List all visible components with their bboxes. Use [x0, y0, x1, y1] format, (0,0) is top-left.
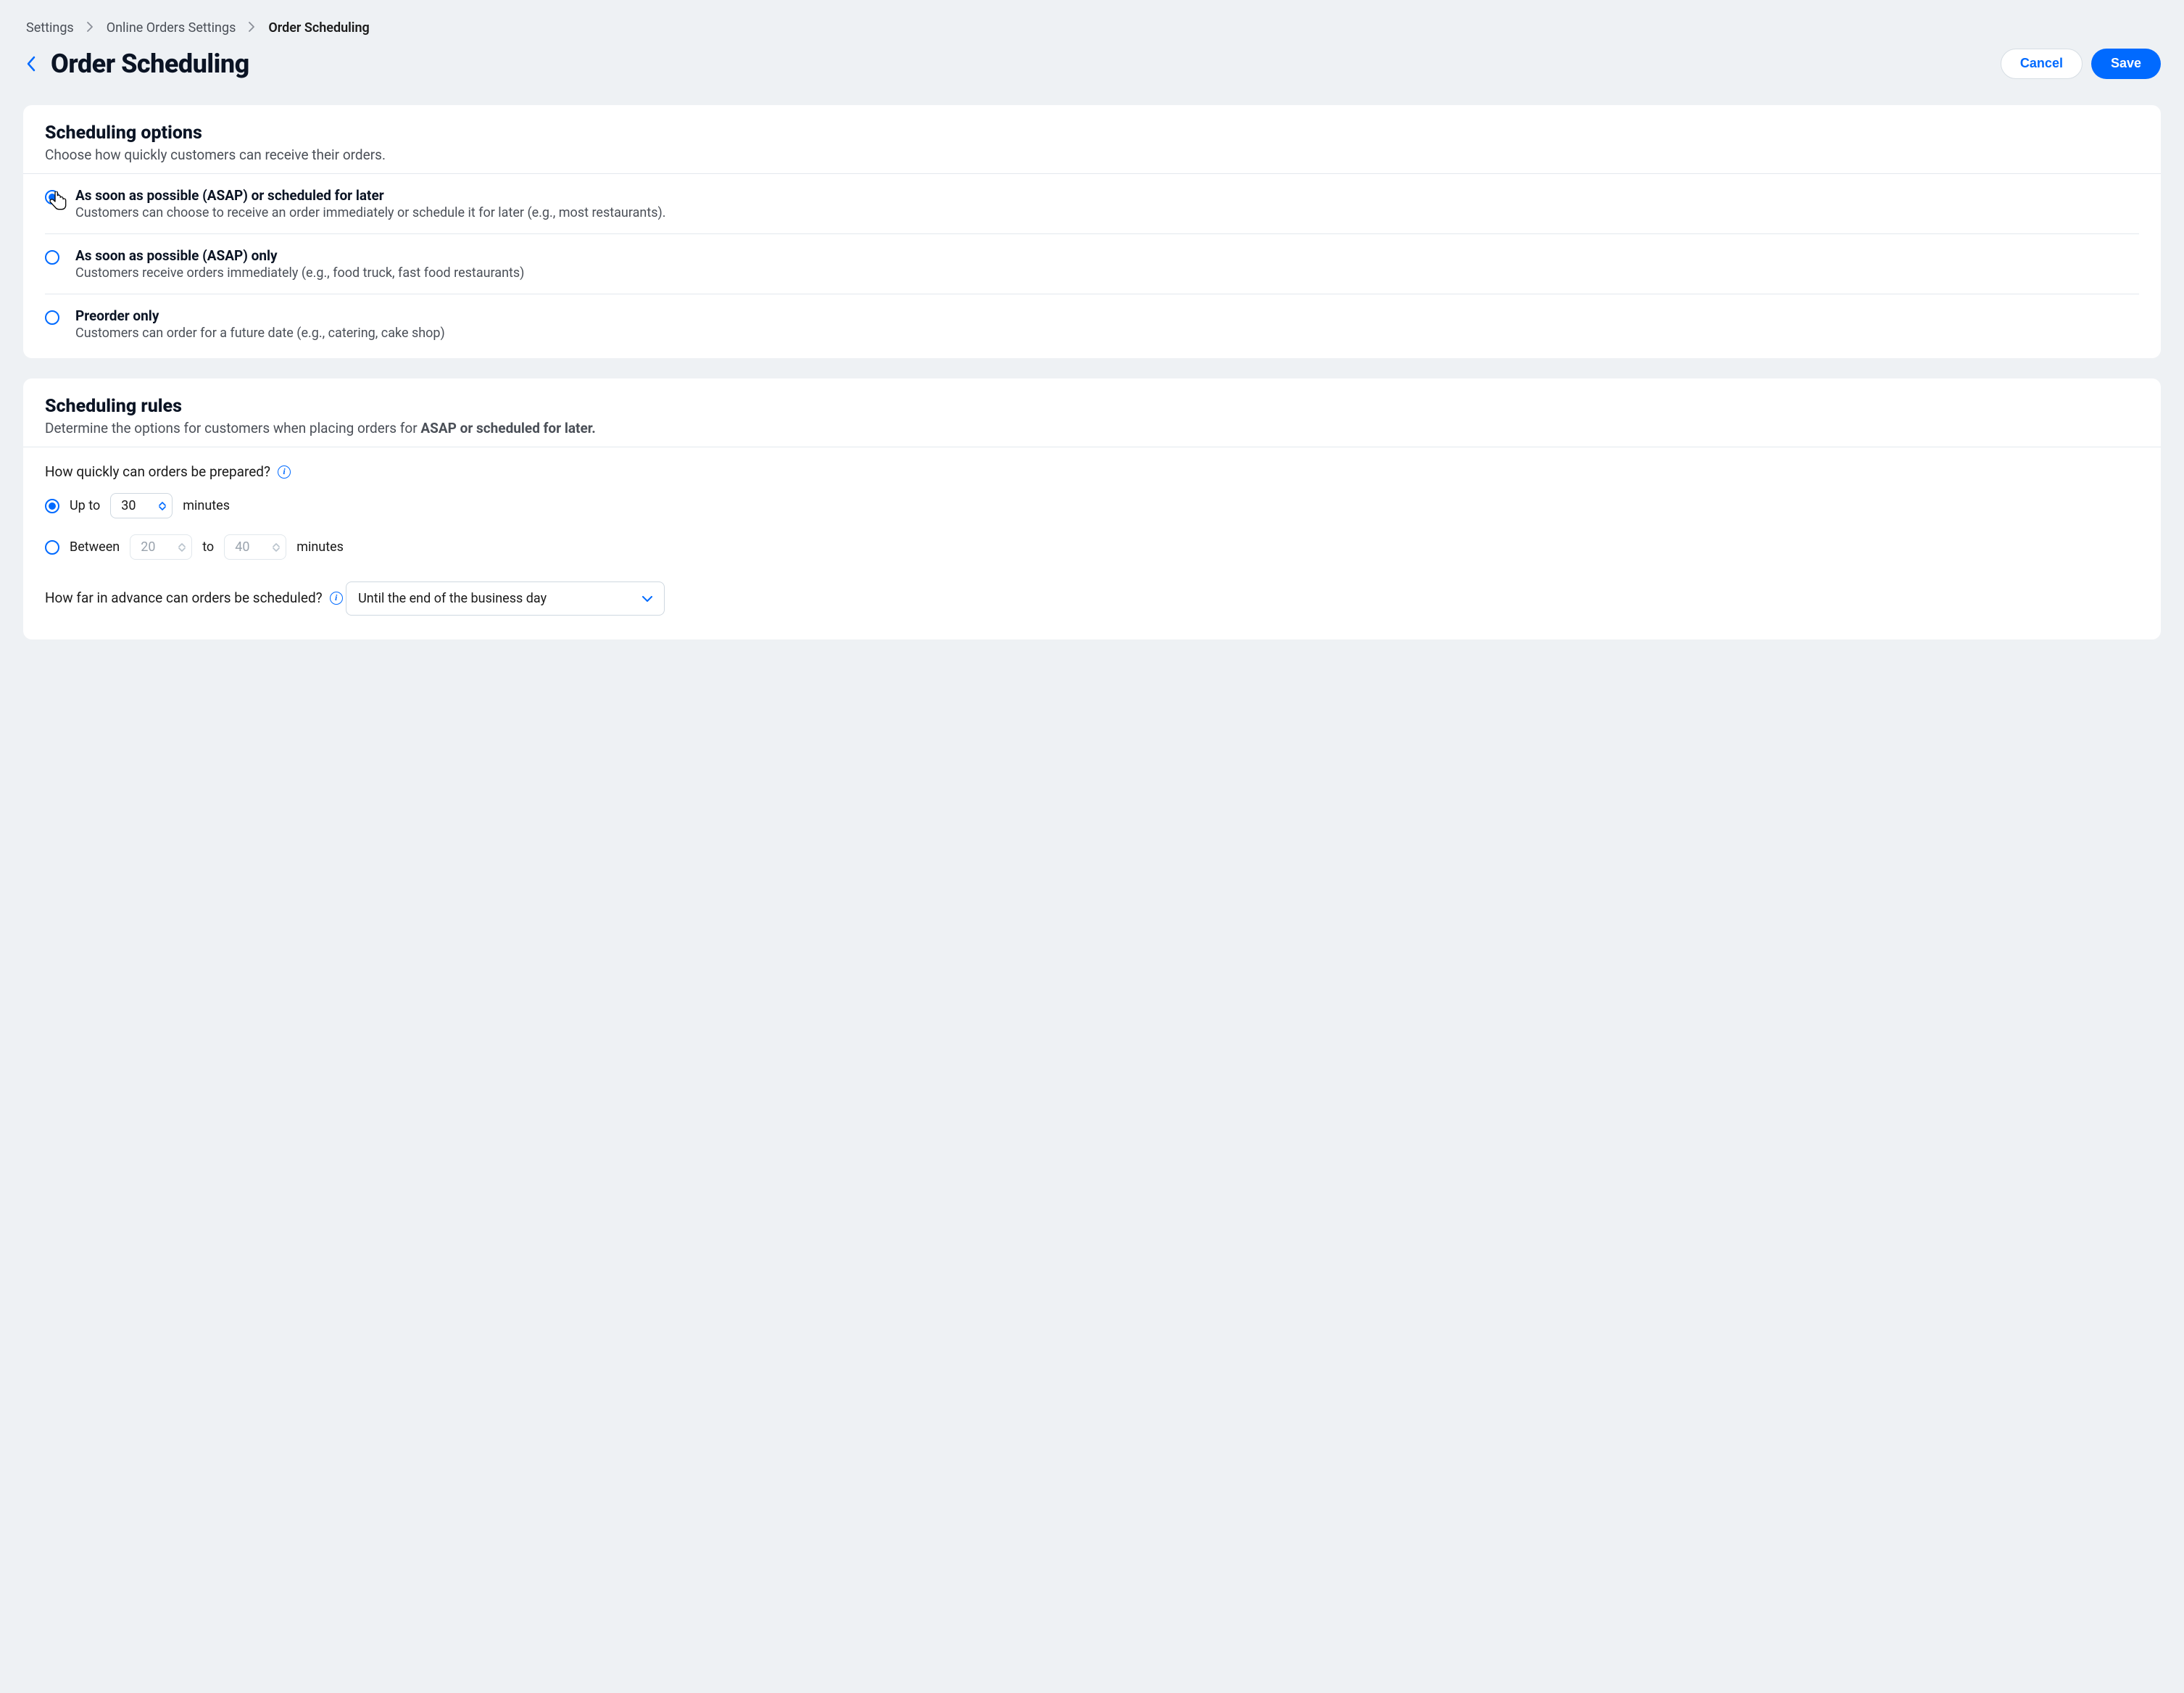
- minutes-label: minutes: [183, 498, 230, 513]
- scheduling-option-row[interactable]: As soon as possible (ASAP) onlyCustomers…: [45, 233, 2139, 294]
- prep-between-option[interactable]: Between 20 to 40 minutes: [45, 534, 2139, 560]
- info-icon[interactable]: i: [330, 592, 343, 605]
- scheduling-options-title: Scheduling options: [45, 123, 2139, 144]
- breadcrumb-settings[interactable]: Settings: [26, 20, 74, 36]
- radio-between[interactable]: [45, 540, 59, 555]
- stepper-chevrons-icon: [159, 502, 166, 510]
- prep-upto-option[interactable]: Up to 30 minutes: [45, 493, 2139, 518]
- advance-schedule-select[interactable]: Until the end of the business day: [346, 581, 665, 616]
- between-label: Between: [70, 539, 120, 555]
- radio-upto[interactable]: [45, 499, 59, 513]
- scheduling-rules-card: Scheduling rules Determine the options f…: [23, 378, 2161, 639]
- scheduling-option-row[interactable]: Preorder only Customers can order for a f…: [45, 294, 2139, 354]
- page-title: Order Scheduling: [51, 49, 249, 79]
- back-button[interactable]: [23, 53, 39, 75]
- scheduling-options-card: Scheduling options Choose how quickly cu…: [23, 105, 2161, 358]
- between-min-stepper[interactable]: 20: [130, 534, 192, 560]
- advance-schedule-label: How far in advance can orders be schedul…: [45, 589, 343, 606]
- minutes-label: minutes: [296, 539, 344, 555]
- option-title: As soon as possible (ASAP) only: [75, 247, 524, 264]
- prep-time-label: How quickly can orders be prepared? i: [45, 463, 291, 480]
- option-description: Customers receive orders immediately (e.…: [75, 265, 524, 281]
- breadcrumb: Settings Online Orders Settings Order Sc…: [23, 20, 2161, 36]
- cancel-button[interactable]: Cancel: [2001, 49, 2083, 79]
- upto-minutes-stepper[interactable]: 30: [110, 493, 173, 518]
- chevron-down-icon: [642, 591, 652, 606]
- option-description: Customers can choose to receive an order…: [75, 205, 666, 220]
- chevron-right-icon: [87, 20, 94, 36]
- upto-label: Up to: [70, 498, 100, 513]
- option-title: As soon as possible (ASAP) or scheduled …: [75, 187, 666, 204]
- option-title: Preorder only: [75, 307, 445, 324]
- radio-option-2[interactable]: [45, 310, 59, 325]
- option-description: Customers can order for a future date (e…: [75, 326, 445, 341]
- stepper-chevrons-icon: [273, 543, 280, 552]
- scheduling-rules-subtitle: Determine the options for customers when…: [45, 420, 2139, 436]
- info-icon[interactable]: i: [278, 465, 291, 479]
- rules-subtitle-bold: ASAP or scheduled for later.: [420, 420, 595, 436]
- rules-subtitle-prefix: Determine the options for customers when…: [45, 420, 420, 436]
- to-label: to: [202, 539, 214, 555]
- page-header: Order Scheduling Cancel Save: [23, 49, 2161, 79]
- breadcrumb-current: Order Scheduling: [268, 20, 369, 36]
- radio-option-0[interactable]: [45, 190, 59, 204]
- scheduling-rules-title: Scheduling rules: [45, 396, 2139, 417]
- radio-option-1[interactable]: [45, 250, 59, 265]
- chevron-right-icon: [249, 20, 255, 36]
- scheduling-option-row[interactable]: As soon as possible (ASAP) or scheduled …: [45, 174, 2139, 233]
- scheduling-options-subtitle: Choose how quickly customers can receive…: [45, 146, 2139, 163]
- between-max-stepper[interactable]: 40: [224, 534, 286, 560]
- save-button[interactable]: Save: [2091, 49, 2161, 79]
- breadcrumb-online-orders-settings[interactable]: Online Orders Settings: [107, 20, 236, 36]
- stepper-chevrons-icon: [178, 543, 186, 552]
